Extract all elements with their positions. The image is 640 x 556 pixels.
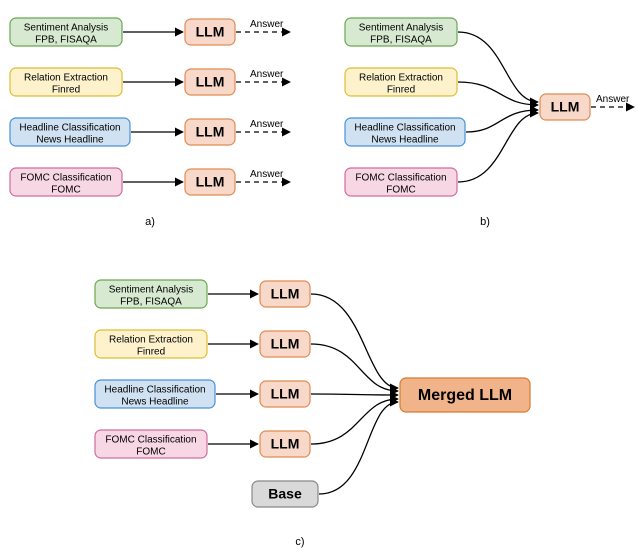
svg-text:LLM: LLM [271, 386, 300, 402]
svg-text:LLM: LLM [551, 99, 580, 115]
llm-c-3: LLM [260, 381, 310, 407]
arrow [319, 402, 398, 494]
svg-text:FOMC: FOMC [386, 185, 415, 196]
svg-text:LLM: LLM [271, 286, 300, 302]
panel-a: Sentiment Analysis FPB, FISAQA Relation … [10, 18, 290, 228]
svg-text:News Headline: News Headline [121, 397, 189, 408]
llm-a-4: LLM [185, 169, 235, 195]
svg-text:Headline Classification: Headline Classification [354, 123, 455, 134]
svg-text:LLM: LLM [196, 74, 225, 90]
llm-c-4: LLM [260, 431, 310, 457]
svg-text:Sentiment Analysis: Sentiment Analysis [359, 23, 444, 34]
answer-label: Answer [250, 119, 284, 130]
svg-text:Base: Base [268, 486, 302, 502]
answer-label: Answer [250, 19, 284, 30]
svg-text:FOMC Classification: FOMC Classification [105, 435, 196, 446]
svg-text:LLM: LLM [196, 174, 225, 190]
svg-text:Sentiment Analysis: Sentiment Analysis [24, 23, 109, 34]
task-fomc: FOMC Classification FOMC [10, 168, 122, 196]
arrow [458, 113, 538, 182]
task-fomc: FOMC Classification FOMC [345, 168, 457, 196]
svg-text:FPB, FISAQA: FPB, FISAQA [120, 297, 182, 308]
task-relation: Relation Extraction Finred [345, 68, 457, 96]
svg-text:Merged LLM: Merged LLM [418, 387, 512, 404]
svg-text:Finred: Finred [137, 347, 165, 358]
svg-text:Finred: Finred [387, 85, 415, 96]
svg-text:LLM: LLM [196, 124, 225, 140]
task-sentiment: Sentiment Analysis FPB, FISAQA [95, 280, 207, 308]
answer-label: Answer [250, 169, 284, 180]
svg-text:LLM: LLM [271, 436, 300, 452]
svg-text:News Headline: News Headline [36, 135, 104, 146]
llm-a-3: LLM [185, 119, 235, 145]
svg-text:Finred: Finred [52, 85, 80, 96]
svg-text:LLM: LLM [196, 24, 225, 40]
merged-llm: Merged LLM [400, 378, 530, 412]
svg-text:Headline Classification: Headline Classification [19, 123, 120, 134]
arrow [466, 110, 538, 132]
panel-c: Sentiment Analysis FPB, FISAQA Relation … [95, 280, 530, 548]
svg-text:FOMC Classification: FOMC Classification [355, 173, 446, 184]
svg-text:LLM: LLM [271, 336, 300, 352]
task-headline: Headline Classification News Headline [95, 380, 215, 408]
task-relation: Relation Extraction Finred [10, 68, 122, 96]
arrow [311, 294, 398, 388]
svg-text:News Headline: News Headline [371, 135, 439, 146]
svg-text:FOMC Classification: FOMC Classification [20, 173, 111, 184]
panel-label-a: a) [145, 216, 155, 228]
task-sentiment: Sentiment Analysis FPB, FISAQA [10, 18, 122, 46]
svg-text:FOMC: FOMC [51, 185, 80, 196]
svg-text:FOMC: FOMC [136, 447, 165, 458]
task-headline: Headline Classification News Headline [10, 118, 130, 146]
task-headline: Headline Classification News Headline [345, 118, 465, 146]
task-relation: Relation Extraction Finred [95, 330, 207, 358]
llm-c-2: LLM [260, 331, 310, 357]
svg-text:Sentiment Analysis: Sentiment Analysis [109, 285, 194, 296]
svg-text:Relation Extraction: Relation Extraction [109, 335, 193, 346]
llm-c-1: LLM [260, 281, 310, 307]
arrow [458, 82, 538, 105]
svg-text:Relation Extraction: Relation Extraction [359, 73, 443, 84]
svg-text:FPB, FISAQA: FPB, FISAQA [35, 35, 97, 46]
llm-a-2: LLM [185, 69, 235, 95]
panel-label-c: c) [295, 536, 304, 548]
answer-label: Answer [596, 94, 630, 105]
arrow [311, 399, 398, 444]
panel-label-b: b) [480, 216, 490, 228]
panel-b: Sentiment Analysis FPB, FISAQA Relation … [345, 18, 634, 228]
task-sentiment: Sentiment Analysis FPB, FISAQA [345, 18, 457, 46]
arrow [311, 344, 398, 391]
arrow [458, 32, 538, 102]
base-box: Base [252, 481, 318, 507]
llm-a-1: LLM [185, 19, 235, 45]
answer-label: Answer [250, 69, 284, 80]
task-fomc: FOMC Classification FOMC [95, 430, 207, 458]
arrow [311, 394, 398, 395]
svg-text:FPB, FISAQA: FPB, FISAQA [370, 35, 432, 46]
svg-text:Headline Classification: Headline Classification [104, 385, 205, 396]
llm-b: LLM [540, 94, 590, 120]
svg-text:Relation Extraction: Relation Extraction [24, 73, 108, 84]
